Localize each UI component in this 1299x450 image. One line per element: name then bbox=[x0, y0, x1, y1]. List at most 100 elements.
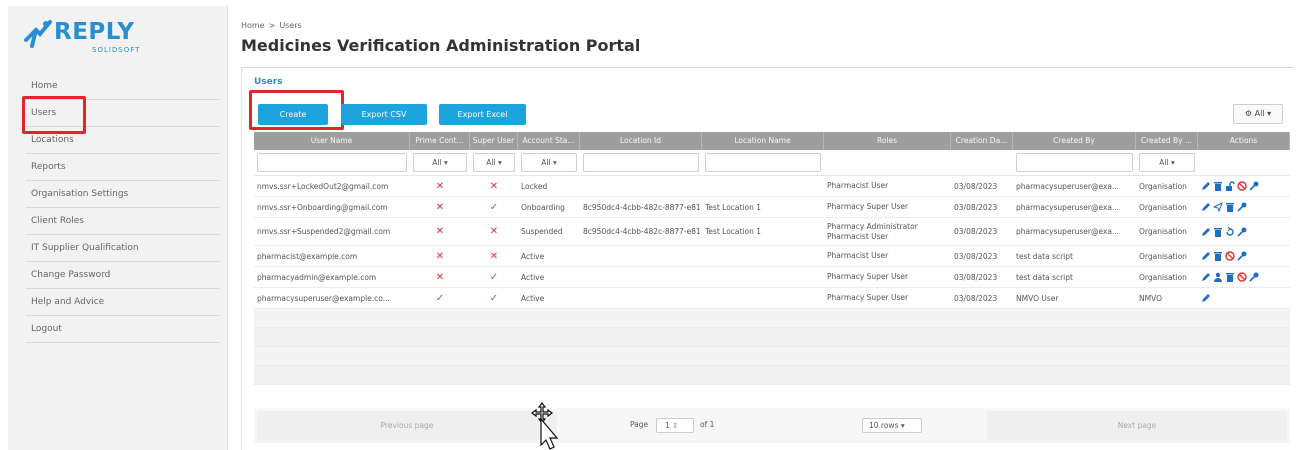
breadcrumb-home[interactable]: Home bbox=[241, 21, 265, 30]
unlock-icon[interactable] bbox=[1225, 181, 1235, 191]
sidebar-item-logout[interactable]: Logout bbox=[26, 316, 220, 343]
column-header-actions[interactable]: Actions bbox=[1198, 132, 1290, 150]
table-row[interactable]: pharmacyadmin@example.com ✕ ✓ Active Pharmac… bbox=[254, 267, 1290, 288]
key-icon[interactable] bbox=[1237, 202, 1247, 212]
cell-location-id: 8c950dc4-4cbb-482c-8877-e81 bbox=[583, 202, 701, 212]
key-icon[interactable] bbox=[1237, 227, 1247, 237]
create-button[interactable]: Create bbox=[258, 104, 328, 125]
filter-cell: All ▾ bbox=[518, 150, 580, 175]
export-excel-button[interactable]: Export Excel bbox=[439, 104, 526, 125]
column-chooser-label: All bbox=[1254, 109, 1265, 118]
delete-icon[interactable] bbox=[1213, 251, 1223, 261]
table-row[interactable]: nmvs.ssr+Onboarding@gmail.com ✕ ✓ Onboardin… bbox=[254, 197, 1290, 218]
cell-created-by: test data script bbox=[1016, 272, 1073, 282]
chevron-down-icon: ▾ bbox=[550, 158, 557, 167]
cell-actions bbox=[1198, 176, 1290, 196]
sidebar-item-organisation-settings[interactable]: Organisation Settings bbox=[26, 181, 220, 208]
column-header-account-sta[interactable]: Account Sta... bbox=[518, 132, 580, 150]
sidebar-item-change-password[interactable]: Change Password bbox=[26, 262, 220, 289]
breadcrumb: Home > Users bbox=[241, 21, 302, 30]
table-row[interactable]: pharmacist@example.com ✕ ✕ Active Pharmacist… bbox=[254, 246, 1290, 267]
table-row[interactable]: nmvs.ssr+LockedOut2@gmail.com ✕ ✕ Locked Pha… bbox=[254, 176, 1290, 197]
edit-icon[interactable] bbox=[1201, 227, 1211, 237]
cell-roles: Pharmacy Super User bbox=[824, 197, 951, 217]
edit-icon[interactable] bbox=[1201, 251, 1211, 261]
key-icon[interactable] bbox=[1249, 272, 1259, 282]
filter-cell bbox=[1013, 150, 1136, 175]
sidebar-item-help-and-advice[interactable]: Help and Advice bbox=[26, 289, 220, 316]
block-icon[interactable] bbox=[1225, 251, 1235, 261]
column-chooser-button[interactable]: ⚙ All ▾ bbox=[1233, 104, 1283, 124]
column-header-created-by[interactable]: Created By bbox=[1013, 132, 1136, 150]
user-icon[interactable] bbox=[1213, 272, 1223, 282]
table-row[interactable]: nmvs.ssr+Suspended2@gmail.com ✕ ✕ Suspended… bbox=[254, 218, 1290, 246]
sidebar-item-it-supplier-qualification[interactable]: IT Supplier Qualification bbox=[26, 235, 220, 262]
check-icon: ✓ bbox=[489, 201, 499, 213]
delete-icon[interactable] bbox=[1225, 272, 1235, 282]
send-icon[interactable] bbox=[1213, 202, 1223, 212]
block-icon[interactable] bbox=[1237, 272, 1247, 282]
column-header-roles[interactable]: Roles bbox=[824, 132, 951, 150]
block-icon[interactable] bbox=[1237, 181, 1247, 191]
cell-created-by: NMVO User bbox=[1016, 293, 1059, 303]
cell-created-by-type: NMVO bbox=[1139, 293, 1162, 303]
cell-prime-contact: ✓ bbox=[410, 288, 470, 308]
page-number-input[interactable]: 1 ⇕ bbox=[656, 418, 694, 433]
column-header-location-name[interactable]: Location Name bbox=[702, 132, 824, 150]
column-header-prime-cont[interactable]: Prime Cont... bbox=[410, 132, 470, 150]
cross-icon: ✕ bbox=[435, 226, 445, 237]
filter-select-prime-cont[interactable]: All ▾ bbox=[413, 153, 467, 172]
cell-location-name: Test Location 1 bbox=[705, 202, 762, 212]
column-header-created-by[interactable]: Created By ... bbox=[1136, 132, 1198, 150]
column-header-user-name[interactable]: User Name bbox=[254, 132, 410, 150]
delete-icon[interactable] bbox=[1213, 227, 1223, 237]
edit-icon[interactable] bbox=[1201, 202, 1211, 212]
rows-per-page-select[interactable]: 10 rows ▾ bbox=[862, 418, 922, 433]
cell-location-id: 8c950dc4-4cbb-482c-8877-e81 bbox=[583, 227, 701, 236]
empty-row bbox=[254, 366, 1290, 385]
export-csv-button[interactable]: Export CSV bbox=[341, 104, 427, 125]
delete-icon[interactable] bbox=[1213, 181, 1223, 191]
sidebar-item-reports[interactable]: Reports bbox=[26, 154, 220, 181]
filter-cell: All ▾ bbox=[410, 150, 470, 175]
filter-input-user-name[interactable] bbox=[257, 153, 407, 172]
panel-title: Users bbox=[254, 77, 283, 87]
sidebar-item-users[interactable]: Users bbox=[26, 100, 220, 127]
previous-page-button[interactable]: Previous page bbox=[257, 411, 557, 440]
delete-icon[interactable] bbox=[1225, 202, 1235, 212]
table-row[interactable]: pharmacysuperuser@example.co... ✓ ✓ Active P… bbox=[254, 288, 1290, 309]
filter-select-label: All bbox=[432, 158, 442, 167]
filter-input-location-id[interactable] bbox=[583, 153, 699, 172]
empty-row bbox=[254, 328, 1290, 347]
brand-sub: SOLIDSOFT bbox=[92, 46, 141, 54]
column-header-super-user[interactable]: Super User bbox=[470, 132, 518, 150]
cell-actions bbox=[1198, 288, 1290, 308]
edit-icon[interactable] bbox=[1201, 272, 1211, 282]
key-icon[interactable] bbox=[1237, 251, 1247, 261]
column-header-location-id[interactable]: Location Id bbox=[580, 132, 702, 150]
filter-select-super-user[interactable]: All ▾ bbox=[473, 153, 515, 172]
filter-input-created-by[interactable] bbox=[1016, 153, 1133, 172]
edit-icon[interactable] bbox=[1201, 181, 1211, 191]
filter-select-account-sta[interactable]: All ▾ bbox=[521, 153, 577, 172]
column-header-creation-da[interactable]: Creation Da... bbox=[951, 132, 1013, 150]
edit-icon[interactable] bbox=[1201, 293, 1211, 303]
cell-creation-date: 03/08/2023 bbox=[954, 272, 998, 282]
cell-created-by-type: Organisation bbox=[1139, 181, 1187, 191]
cell-created-by: test data script bbox=[1016, 251, 1073, 261]
filter-cell bbox=[951, 150, 1013, 175]
cell-account-status: Locked bbox=[521, 181, 548, 191]
sidebar-item-home[interactable]: Home bbox=[26, 73, 220, 100]
cell-super-user: ✕ bbox=[470, 246, 518, 266]
filter-input-location-name[interactable] bbox=[705, 153, 821, 172]
cell-user-name: nmvs.ssr+Suspended2@gmail.com bbox=[257, 227, 391, 236]
restore-icon[interactable] bbox=[1225, 226, 1235, 237]
filter-cell: All ▾ bbox=[1136, 150, 1198, 175]
key-icon[interactable] bbox=[1249, 181, 1259, 191]
sidebar-item-client-roles[interactable]: Client Roles bbox=[26, 208, 220, 235]
check-icon: ✓ bbox=[435, 292, 445, 304]
filter-select-created-by[interactable]: All ▾ bbox=[1139, 153, 1195, 172]
next-page-button[interactable]: Next page bbox=[987, 411, 1287, 440]
sidebar-item-locations[interactable]: Locations bbox=[26, 127, 220, 154]
cell-roles: Pharmacy Super User bbox=[824, 288, 951, 308]
